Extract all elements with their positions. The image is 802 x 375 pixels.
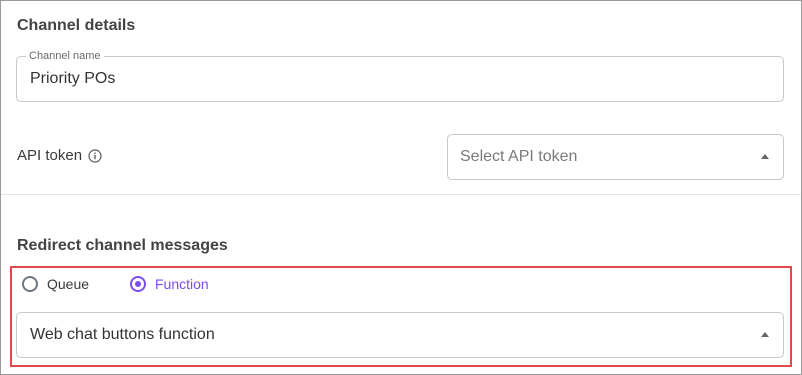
radio-function-label: Function	[155, 276, 209, 292]
function-select-value: Web chat buttons function	[30, 326, 215, 343]
channel-name-label: Channel name	[26, 49, 104, 63]
channel-name-field[interactable]: Channel name Priority POs	[16, 49, 784, 102]
channel-details-heading: Channel details	[17, 17, 136, 34]
caret-up-icon	[761, 154, 769, 159]
radio-queue-circle[interactable]	[22, 276, 38, 292]
radio-queue-label: Queue	[47, 276, 90, 292]
api-token-label-row: API token	[17, 147, 102, 164]
info-icon[interactable]	[88, 148, 102, 163]
radio-queue[interactable]: Queue	[22, 276, 89, 292]
redirect-heading: Redirect channel messages	[17, 237, 228, 254]
channel-settings-panel: Channel details Channel name Priority PO…	[0, 0, 802, 375]
api-token-placeholder: Select API token	[460, 148, 578, 165]
function-select[interactable]: Web chat buttons function	[16, 312, 784, 358]
section-divider	[1, 194, 801, 195]
radio-function-circle[interactable]	[130, 276, 146, 292]
channel-name-value: Priority POs	[30, 70, 116, 87]
api-token-select[interactable]: Select API token	[447, 134, 784, 180]
caret-up-icon	[761, 332, 769, 337]
api-token-label: API token	[17, 147, 83, 164]
radio-function[interactable]: Function	[130, 276, 209, 292]
